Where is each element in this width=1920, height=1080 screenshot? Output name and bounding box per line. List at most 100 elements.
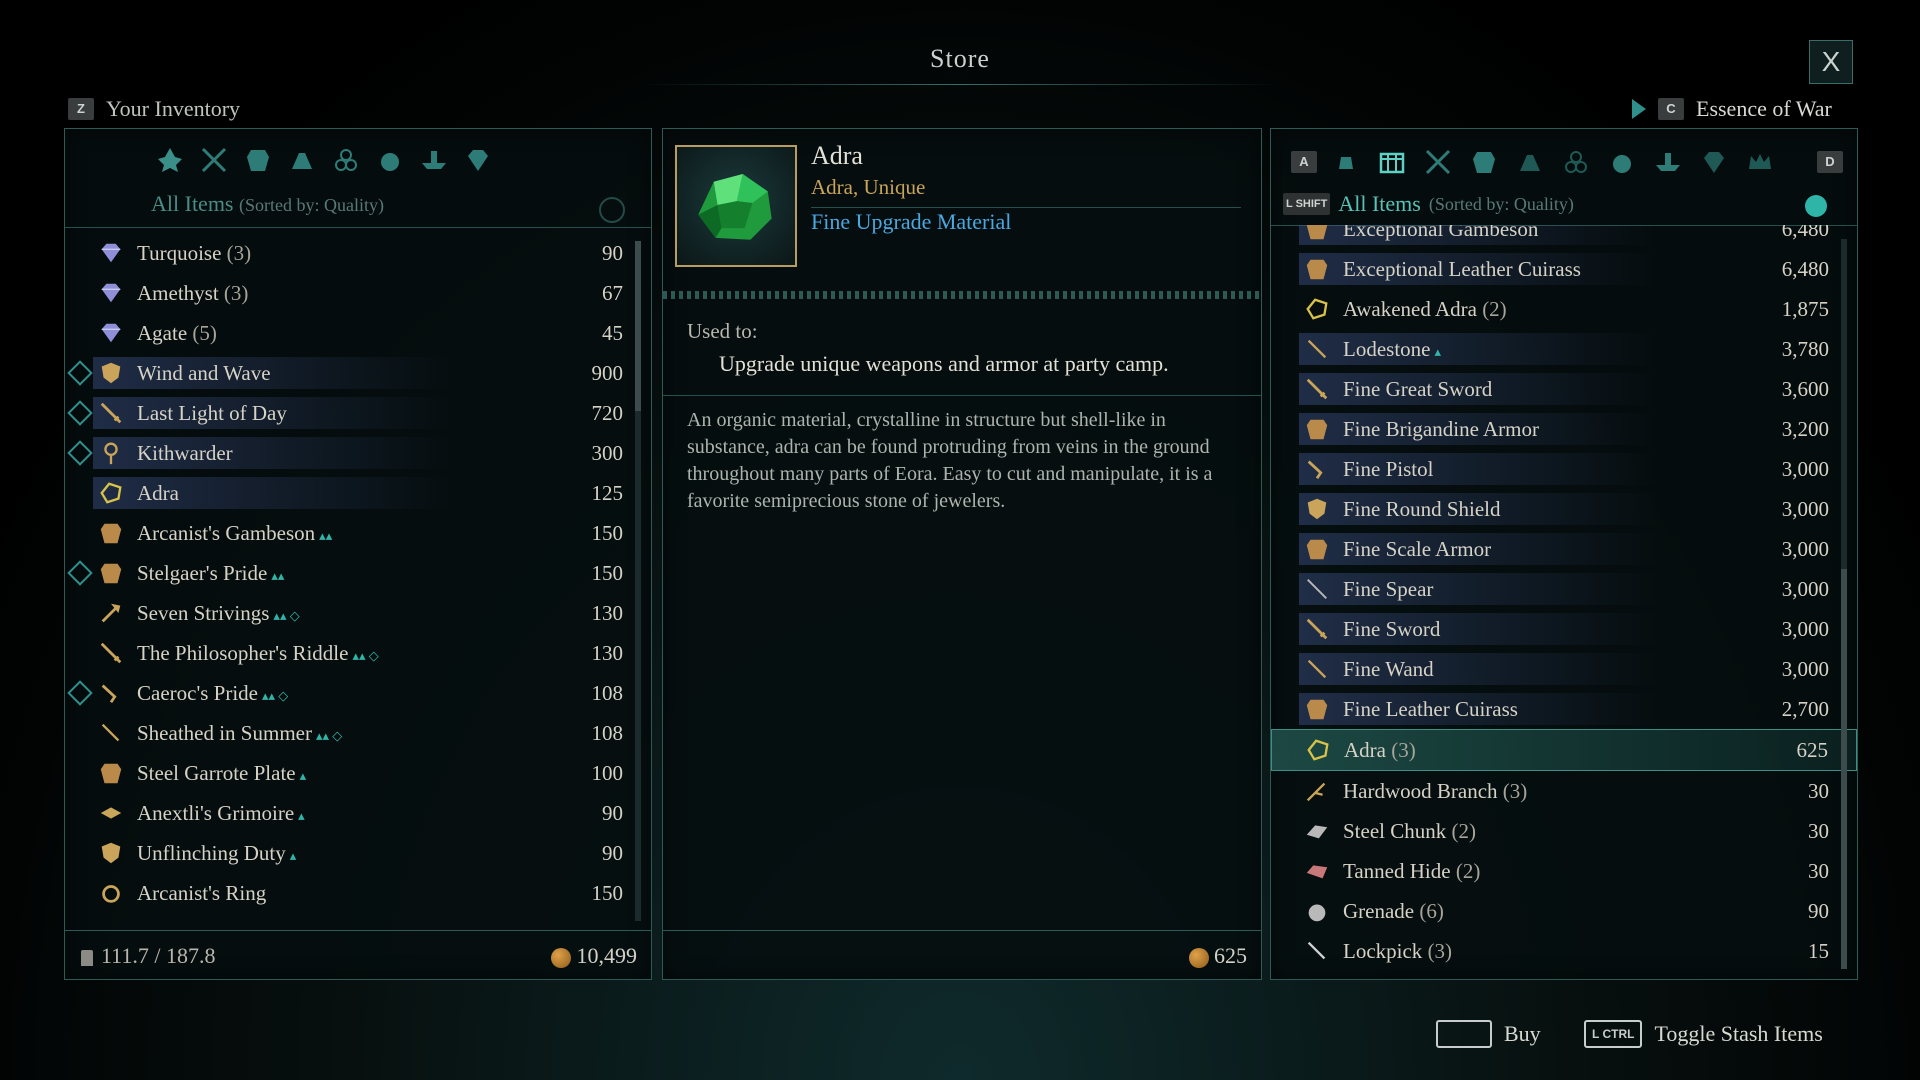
used-to-text: Upgrade unique weapons and armor at part… bbox=[719, 351, 1169, 376]
inventory-category-tabs bbox=[153, 143, 495, 177]
sword-icon bbox=[1303, 615, 1331, 643]
item-name-text: Awakened Adra bbox=[1343, 296, 1477, 321]
armor-tab-icon[interactable] bbox=[241, 143, 275, 177]
store-scroll-thumb[interactable] bbox=[1841, 569, 1847, 969]
list-item[interactable]: Lockpick (3) 15 bbox=[1271, 931, 1857, 971]
list-item[interactable]: Exceptional Gambeson 6,480 bbox=[1271, 225, 1857, 249]
list-item[interactable]: Arcanist's Ring 150 bbox=[65, 873, 651, 913]
list-item[interactable]: Seven Strivings ▴▴ ◇ 130 bbox=[65, 593, 651, 633]
list-item[interactable]: Unflinching Duty ▴ 90 bbox=[65, 833, 651, 873]
crafting-tab-icon[interactable] bbox=[1651, 145, 1685, 179]
weapons-tab-icon[interactable] bbox=[1421, 145, 1455, 179]
list-item[interactable]: Steel Garrote Plate ▴ 100 bbox=[65, 753, 651, 793]
item-name-text: Fine Sword bbox=[1343, 616, 1441, 641]
list-item[interactable]: Sheathed in Summer ▴▴ ◇ 108 bbox=[65, 713, 651, 753]
list-item[interactable]: Fine Brigandine Armor 3,200 bbox=[1271, 409, 1857, 449]
item-name-text: Fine Pistol bbox=[1343, 456, 1434, 481]
list-item[interactable]: Fine Spear 3,000 bbox=[1271, 569, 1857, 609]
inventory-filter[interactable]: All Items (Sorted by: Quality) bbox=[151, 191, 384, 217]
adra-icon bbox=[1304, 736, 1332, 764]
list-item[interactable]: Lodestone ▴ 3,780 bbox=[1271, 329, 1857, 369]
list-item[interactable]: Arcanist's Gambeson ▴▴ 150 bbox=[65, 513, 651, 553]
list-item[interactable]: Fine Leather Cuirass 2,700 bbox=[1271, 689, 1857, 729]
list-item-selected[interactable]: Adra (3) 625 bbox=[1271, 729, 1857, 771]
list-item[interactable]: Fine Sword 3,000 bbox=[1271, 609, 1857, 649]
item-value: 150 bbox=[591, 880, 624, 905]
ingredients-tab-icon[interactable] bbox=[329, 143, 363, 177]
weight-icon bbox=[81, 949, 93, 966]
list-item[interactable]: Fine Pistol 3,000 bbox=[1271, 449, 1857, 489]
inventory-sort-icon[interactable] bbox=[599, 197, 625, 223]
inventory-scrollbar[interactable] bbox=[635, 241, 641, 921]
gems-tab-icon[interactable] bbox=[1697, 145, 1731, 179]
item-count: (3) bbox=[1502, 778, 1528, 803]
list-item[interactable]: Fine Round Shield 3,000 bbox=[1271, 489, 1857, 529]
list-item[interactable]: Stelgaer's Pride ▴▴ 150 bbox=[65, 553, 651, 593]
list-item[interactable]: Adra 125 bbox=[65, 473, 651, 513]
store-sort-icon[interactable] bbox=[1805, 195, 1827, 217]
list-item[interactable]: Fine Wand 3,000 bbox=[1271, 649, 1857, 689]
item-name-text: Fine Brigandine Armor bbox=[1343, 416, 1539, 441]
ingredients-tab-icon[interactable] bbox=[1559, 145, 1593, 179]
item-name-text: Steel Chunk bbox=[1343, 818, 1447, 843]
item-name: Last Light of Day bbox=[137, 401, 287, 426]
store-scrollbar[interactable] bbox=[1841, 239, 1847, 969]
toggle-stash-hint[interactable]: L CTRL Toggle Stash Items bbox=[1584, 1020, 1823, 1048]
consumables-tab-icon[interactable] bbox=[1605, 145, 1639, 179]
merchant-header[interactable]: C Essence of War bbox=[1632, 96, 1832, 122]
inventory-scroll-thumb[interactable] bbox=[635, 241, 641, 411]
list-item[interactable]: Steel Chunk (2) 30 bbox=[1271, 811, 1857, 851]
crafting-tab-icon[interactable] bbox=[417, 143, 451, 177]
list-item[interactable]: Kithwarder 300 bbox=[65, 433, 651, 473]
buy-hint[interactable]: Buy bbox=[1436, 1020, 1541, 1048]
item-name-text: Exceptional Leather Cuirass bbox=[1343, 256, 1581, 281]
item-value: 3,780 bbox=[1781, 336, 1829, 361]
list-item[interactable]: Amethyst (3) 67 bbox=[65, 273, 651, 313]
list-item[interactable]: Fine Scale Armor 3,000 bbox=[1271, 529, 1857, 569]
all-items-tab-icon[interactable] bbox=[1329, 145, 1363, 179]
merchant-name: Essence of War bbox=[1696, 96, 1832, 121]
item-value: 30 bbox=[1808, 858, 1829, 883]
list-item[interactable]: Fine Great Sword 3,600 bbox=[1271, 369, 1857, 409]
all-items-tab-icon[interactable] bbox=[153, 143, 187, 177]
book-icon bbox=[97, 799, 125, 827]
list-item[interactable]: Tanned Hide (2) 30 bbox=[1271, 851, 1857, 891]
quality-pips-icon: ▴ bbox=[298, 807, 305, 823]
clothing-tab-icon[interactable] bbox=[285, 143, 319, 177]
item-name-text: Amethyst bbox=[137, 280, 219, 305]
list-item[interactable]: Exceptional Leather Cuirass 6,480 bbox=[1271, 249, 1857, 289]
list-item[interactable]: Last Light of Day 720 bbox=[65, 393, 651, 433]
item-name-text: Caeroc's Pride bbox=[137, 680, 258, 705]
prev-tab-key[interactable]: A bbox=[1291, 151, 1317, 173]
item-name: Steel Garrote Plate ▴ bbox=[137, 761, 306, 786]
next-tab-key[interactable]: D bbox=[1817, 151, 1843, 173]
item-detail-panel: Adra Adra, Unique Fine Upgrade Material … bbox=[662, 128, 1262, 980]
crown-tab-icon[interactable] bbox=[1743, 145, 1777, 179]
buy-label: Buy bbox=[1504, 1021, 1541, 1046]
list-item[interactable]: Turquoise (3) 90 bbox=[65, 233, 651, 273]
item-value: 150 bbox=[591, 520, 624, 545]
list-item[interactable]: Hardwood Branch (3) 30 bbox=[1271, 771, 1857, 811]
quality-pips-icon: ▴▴ bbox=[319, 527, 333, 543]
list-item[interactable]: Agate (5) 45 bbox=[65, 313, 651, 353]
weapons-tab-icon[interactable] bbox=[197, 143, 231, 177]
inventory-header[interactable]: Z Your Inventory bbox=[68, 96, 240, 122]
money-readout: 10,499 bbox=[551, 943, 637, 969]
list-item[interactable]: Grenade (6) 90 bbox=[1271, 891, 1857, 931]
list-item[interactable]: The Philosopher's Riddle ▴▴ ◇ 130 bbox=[65, 633, 651, 673]
store-tab-icon[interactable] bbox=[1375, 145, 1409, 179]
close-button[interactable]: X bbox=[1809, 40, 1853, 84]
quality-pips-icon: ▴▴ ◇ bbox=[352, 647, 379, 663]
item-name-text: Stelgaer's Pride bbox=[137, 560, 268, 585]
list-item[interactable]: Awakened Adra (2) 1,875 bbox=[1271, 289, 1857, 329]
list-item[interactable]: Caeroc's Pride ▴▴ ◇ 108 bbox=[65, 673, 651, 713]
item-name-text: Arcanist's Gambeson bbox=[137, 520, 316, 545]
list-item[interactable]: Anextli's Grimoire ▴ 90 bbox=[65, 793, 651, 833]
gems-tab-icon[interactable] bbox=[461, 143, 495, 177]
list-item[interactable]: Wind and Wave 900 bbox=[65, 353, 651, 393]
item-name-text: Anextli's Grimoire bbox=[137, 800, 295, 825]
store-filter[interactable]: L SHIFT All Items (Sorted by: Quality) bbox=[1283, 191, 1574, 217]
armor-tab-icon[interactable] bbox=[1467, 145, 1501, 179]
consumables-tab-icon[interactable] bbox=[373, 143, 407, 177]
clothing-tab-icon[interactable] bbox=[1513, 145, 1547, 179]
